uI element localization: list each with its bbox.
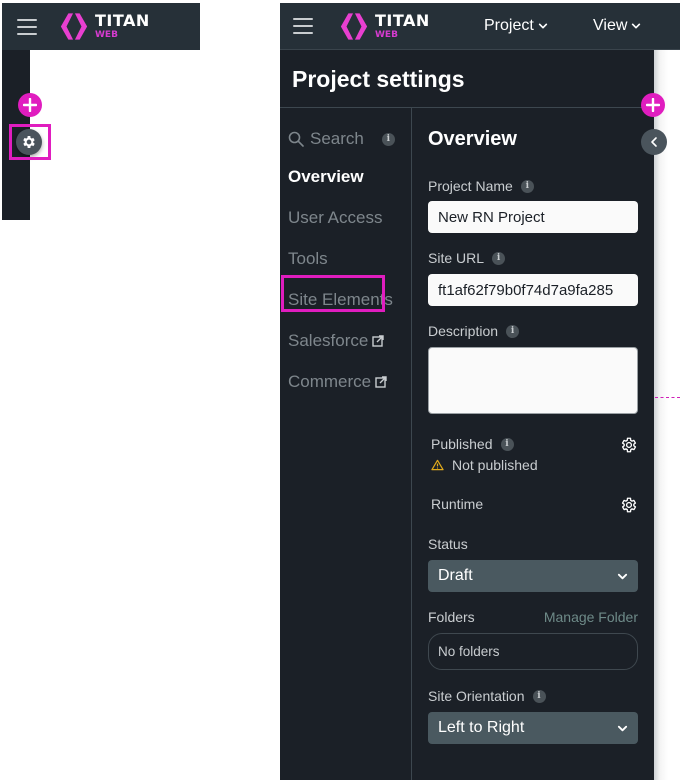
nav-item-label: User Access [288,207,383,227]
logo-title: TITAN [95,11,150,30]
info-icon[interactable]: i [492,251,506,265]
mini-app-header: TITAN WEB [2,3,200,50]
manage-folder-link[interactable]: Manage Folder [544,609,638,625]
label-text: Site Orientation [428,688,525,704]
publish-status-text: Not published [452,457,538,473]
nav-item-site-elements[interactable]: Site Elements [288,279,408,320]
divider [411,107,412,780]
logo-title: TITAN [375,10,430,30]
chevron-down-icon [617,571,628,582]
titan-logo-mark-icon [59,13,89,40]
nav-item-tools[interactable]: Tools [288,238,408,279]
site-url-label: Site URL i [428,250,506,266]
info-icon[interactable]: i [381,132,395,146]
nav-item-user-access[interactable]: User Access [288,197,408,238]
search-input[interactable]: Search i [288,122,408,156]
guide-line [655,397,680,398]
project-menu-label: Project [484,17,534,34]
description-textarea[interactable] [428,347,638,414]
nav-item-label: Salesforce [288,330,369,350]
project-name-input[interactable]: New RN Project [428,201,638,233]
published-settings-gear-icon[interactable] [620,436,638,454]
status-select[interactable]: Draft [428,560,638,592]
mini-add-button[interactable] [18,93,42,117]
logo-subtitle: WEB [95,30,118,40]
nav-item-commerce[interactable]: Commerce [288,361,408,402]
nav-item-label: Overview [288,166,364,186]
titan-logo[interactable]: TITAN WEB [59,13,150,40]
input-value: New RN Project [438,208,545,226]
nav-item-salesforce[interactable]: Salesforce [288,320,408,361]
folders-label: Folders [428,609,475,625]
menu-icon[interactable] [17,18,37,35]
nav-item-overview[interactable]: Overview [288,156,408,197]
collapse-panel-button[interactable] [641,129,667,155]
plus-icon [646,98,660,112]
external-link-icon [375,376,387,388]
select-value: Left to Right [438,719,525,736]
folders-value: No folders [438,644,500,659]
divider [280,107,654,108]
view-menu[interactable]: View [593,17,641,35]
warning-icon [431,459,444,471]
folders-field[interactable]: No folders [428,633,638,670]
view-menu-label: View [593,17,628,34]
nav-item-label: Site Elements [288,289,393,309]
menu-icon[interactable] [293,18,313,34]
search-placeholder: Search [310,129,364,148]
info-icon[interactable]: i [500,437,514,451]
site-orientation-label: Site Orientation i [428,688,546,704]
chevron-down-icon [617,723,628,734]
project-menu[interactable]: Project [484,17,548,35]
canvas-area [654,50,680,780]
publish-status: Not published [431,457,538,473]
runtime-label: Runtime [431,496,484,512]
external-link-icon [372,335,384,347]
runtime-row: Runtime [431,496,638,514]
input-value: ft1af62f79b0f74d7a9fa285 [438,281,614,299]
project-settings-panel: Project settings Search i Overview User … [280,50,654,780]
page-title: Project settings [292,66,465,92]
settings-highlight [9,124,51,160]
titan-logo-mark-icon [339,13,369,40]
label-text: Site URL [428,250,485,266]
settings-nav: Search i Overview User Access Tools Site… [281,122,408,402]
info-icon[interactable]: i [532,689,546,703]
runtime-settings-gear-icon[interactable] [620,496,638,514]
nav-item-label: Tools [288,248,328,268]
published-label: Published [431,436,493,452]
select-value: Draft [438,567,473,584]
chevron-down-icon [538,21,548,31]
logo-subtitle: WEB [375,29,398,40]
description-label: Description i [428,323,520,339]
label-text: Project Name [428,178,513,194]
chevron-left-icon [651,137,657,147]
site-orientation-select[interactable]: Left to Right [428,712,638,744]
overview-title: Overview [428,128,517,150]
site-url-input[interactable]: ft1af62f79b0f74d7a9fa285 [428,274,638,306]
project-name-label: Project Name i [428,178,534,194]
label-text: Status [428,536,468,552]
info-icon[interactable]: i [520,179,534,193]
status-label: Status [428,536,468,552]
chevron-down-icon [631,21,641,31]
info-icon[interactable]: i [506,324,520,338]
nav-item-label: Commerce [288,371,372,391]
app-header: TITAN WEB Project View [280,3,680,50]
search-icon [288,131,304,147]
label-text: Description [428,323,499,339]
published-row: Published i Not published [431,436,638,473]
add-element-button[interactable] [641,93,665,117]
titan-logo[interactable]: TITAN WEB [339,10,430,40]
label-text: Folders [428,609,475,625]
plus-icon [23,98,37,112]
